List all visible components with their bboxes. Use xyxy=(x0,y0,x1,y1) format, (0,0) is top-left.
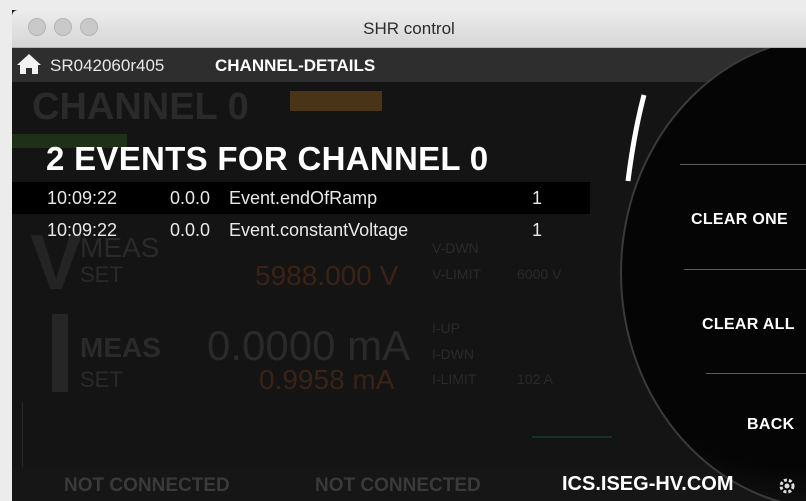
ilimit-value: 102 A xyxy=(517,371,553,387)
channel-title: CHANNEL 0 xyxy=(32,86,249,128)
clear-one-button[interactable]: CLEAR ONE xyxy=(691,211,788,229)
menu-divider xyxy=(680,164,806,165)
connection-status-left: NOT CONNECTED xyxy=(64,475,230,496)
menu-divider xyxy=(684,269,806,270)
page-title: CHANNEL-DETAILS xyxy=(215,56,376,75)
event-version: 0.0.0 xyxy=(170,220,211,240)
website-link[interactable]: ICS.ISEG-HV.COM xyxy=(562,473,734,496)
voltage-set-value: 5988.000 V xyxy=(255,260,399,291)
event-row[interactable]: 10:09:22 0.0.0 Event.constantVoltage 1 xyxy=(12,214,590,246)
event-name: Event.endOfRamp xyxy=(229,188,378,208)
window-frame-top xyxy=(0,0,806,10)
device-id[interactable]: SR042060r405 xyxy=(50,56,164,76)
event-time: 10:09:22 xyxy=(47,220,118,240)
voltage-set-label: SET xyxy=(80,262,123,287)
gear-icon[interactable] xyxy=(777,476,797,496)
plot-trace xyxy=(532,436,612,438)
window-title: SHR control xyxy=(363,19,455,38)
clear-all-button[interactable]: CLEAR ALL xyxy=(702,316,795,334)
event-row[interactable]: 10:09:22 0.0.0 Event.endOfRamp 1 xyxy=(12,182,590,214)
home-icon[interactable] xyxy=(16,53,42,75)
event-time: 10:09:22 xyxy=(47,188,118,208)
event-count: 1 xyxy=(532,220,543,240)
menu-divider xyxy=(706,373,806,374)
app-area: CHANNEL 0 V MEAS SET 5988.000 V V-DWN V-… xyxy=(12,48,806,501)
current-meas-value: 0.0000 mA xyxy=(207,322,411,369)
idown-label: I-DWN xyxy=(432,346,474,362)
iup-label: I-UP xyxy=(432,320,460,336)
events-title: 2 EVENTS FOR CHANNEL 0 xyxy=(46,140,489,177)
current-symbol xyxy=(52,314,68,392)
window-frame-left xyxy=(0,0,12,501)
current-meas-label: MEAS xyxy=(80,332,161,363)
ilimit-label: I-LIMIT xyxy=(432,371,477,387)
menu-scroll-indicator xyxy=(625,94,647,182)
nav-bar: SR042060r405 CHANNEL-DETAILS xyxy=(12,48,806,82)
back-button[interactable]: BACK xyxy=(747,416,794,434)
status-badge xyxy=(290,91,382,111)
vlimit-value: 6000 V xyxy=(517,266,562,282)
title-bar[interactable]: SHR control xyxy=(12,10,806,48)
current-set-value: 0.9958 mA xyxy=(259,364,395,395)
current-set-label: SET xyxy=(80,367,123,392)
event-name: Event.constantVoltage xyxy=(229,220,409,240)
connection-status-middle: NOT CONNECTED xyxy=(315,475,481,496)
event-count: 1 xyxy=(532,188,543,208)
vlimit-label: V-LIMIT xyxy=(432,266,482,282)
event-version: 0.0.0 xyxy=(170,188,211,208)
